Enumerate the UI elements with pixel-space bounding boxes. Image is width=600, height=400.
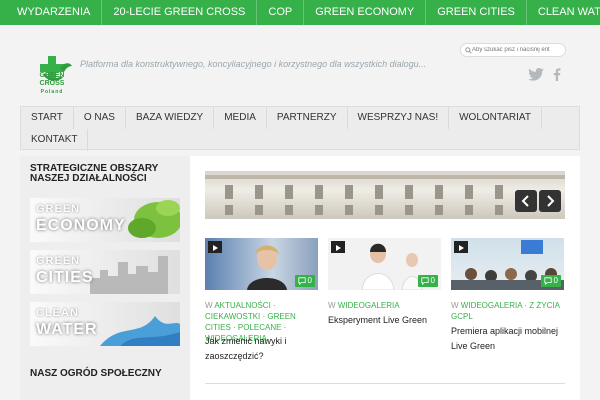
nav-kontakt[interactable]: KONTAKT: [21, 129, 89, 151]
slider-next-button[interactable]: [539, 190, 561, 212]
logo-line-3: Poland: [40, 89, 64, 95]
site-tagline: Platforma dla konstruktywnego, koncyliac…: [80, 59, 427, 69]
post-categories[interactable]: WIDEOGALERIA: [338, 301, 400, 310]
nav-media[interactable]: MEDIA: [214, 107, 267, 129]
banner-word-2: WATER: [36, 321, 98, 338]
facebook-icon: [553, 68, 561, 81]
twitter-icon: [528, 68, 544, 81]
chevron-left-icon: [521, 195, 529, 207]
meta-prefix: W: [205, 301, 213, 310]
main-content: 0 W AKTUALNOŚCI · CIEKAWOSTKI · GREEN CI…: [190, 156, 580, 400]
meta-prefix: W: [328, 301, 336, 310]
logo-line-2: CROSS: [39, 80, 65, 87]
top-nav-wydarzenia[interactable]: WYDARZENIA: [6, 0, 103, 25]
post-title[interactable]: Jak zmienić nawyki i zaoszczędzić?: [205, 334, 318, 364]
comment-count-badge[interactable]: 0: [540, 275, 561, 287]
chevron-right-icon: [547, 195, 555, 207]
post-thumbnail[interactable]: 0: [328, 238, 441, 290]
post-meta: W WIDEOGALERIA: [328, 300, 441, 311]
nav-wesprzyj-nas[interactable]: WESPRZYJ NAS!: [348, 107, 450, 129]
meta-prefix: W: [451, 301, 459, 310]
post-thumbnail[interactable]: 0: [205, 238, 318, 290]
social-facebook[interactable]: [553, 68, 561, 81]
banner-clean-water[interactable]: CLEAN WATER: [30, 302, 180, 346]
sidebar-subtitle: NASZ OGRÓD SPOŁECZNY: [30, 368, 162, 379]
post-title[interactable]: Premiera aplikacji mobilnej Live Green: [451, 324, 564, 354]
post-title[interactable]: Eksperyment Live Green: [328, 313, 441, 328]
top-bar: WYDARZENIA 20-LECIE GREEN CROSS COP GREE…: [0, 0, 600, 25]
site-header: GREEN CROSS Poland Platforma dla konstru…: [0, 25, 600, 105]
banner-word-2: ECONOMY: [36, 217, 126, 234]
nav-o-nas[interactable]: O NAS: [74, 107, 126, 129]
comment-count: 0: [307, 276, 312, 285]
top-nav-clean-water[interactable]: CLEAN WATER: [527, 0, 600, 25]
top-nav-green-economy[interactable]: GREEN ECONOMY: [304, 0, 427, 25]
logo-text: GREEN CROSS Poland: [30, 72, 74, 96]
comment-icon: [543, 277, 552, 285]
sidebar: STRATEGICZNE OBSZARY NASZEJ DZIAŁALNOŚCI…: [20, 156, 190, 400]
post-thumbnail[interactable]: 0: [451, 238, 564, 290]
post-categories[interactable]: WIDEOGALERIA · Z ŻYCIA GCPL: [451, 301, 559, 321]
social-twitter[interactable]: [528, 68, 544, 81]
video-play-icon[interactable]: [331, 241, 345, 253]
logo-line-1: GREEN: [39, 72, 65, 79]
featured-slider[interactable]: [205, 171, 565, 219]
post-meta: W WIDEOGALERIA · Z ŻYCIA GCPL: [451, 300, 564, 322]
main-nav-row-2: KONTAKT: [21, 129, 579, 151]
comment-icon: [420, 277, 429, 285]
banner-word-2: CITIES: [36, 269, 94, 286]
content-divider: [205, 383, 565, 384]
banner-word-1: GREEN: [36, 255, 81, 267]
video-play-icon[interactable]: [454, 241, 468, 253]
top-nav-20-lecie[interactable]: 20-LECIE GREEN CROSS: [102, 0, 258, 25]
comment-icon: [297, 277, 306, 285]
banner-word-1: GREEN: [36, 203, 81, 215]
nav-baza-wiedzy[interactable]: BAZA WIEDZY: [126, 107, 215, 129]
search-box[interactable]: [460, 43, 566, 57]
nav-start[interactable]: START: [21, 107, 74, 129]
main-nav: START O NAS BAZA WIEDZY MEDIA PARTNERZY …: [20, 106, 580, 151]
search-icon: [465, 46, 472, 54]
search-input[interactable]: [472, 47, 564, 53]
nav-partnerzy[interactable]: PARTNERZY: [267, 107, 348, 129]
video-play-icon[interactable]: [208, 241, 222, 253]
top-nav-green-cities[interactable]: GREEN CITIES: [426, 0, 527, 25]
top-nav-cop[interactable]: COP: [257, 0, 305, 25]
slider-prev-button[interactable]: [515, 190, 537, 212]
banner-word-1: CLEAN: [36, 307, 79, 319]
main-nav-row-1: START O NAS BAZA WIEDZY MEDIA PARTNERZY …: [21, 107, 579, 129]
palace-facade-image: [205, 175, 565, 215]
comment-count-badge[interactable]: 0: [294, 275, 315, 287]
comment-count-badge[interactable]: 0: [417, 275, 438, 287]
sidebar-title: STRATEGICZNE OBSZARY NASZEJ DZIAŁALNOŚCI: [30, 163, 159, 184]
banner-green-economy[interactable]: GREEN ECONOMY: [30, 198, 180, 242]
comment-count: 0: [430, 276, 435, 285]
nav-wolontariat[interactable]: WOLONTARIAT: [449, 107, 542, 129]
banner-green-cities[interactable]: GREEN CITIES: [30, 250, 180, 294]
comment-count: 0: [553, 276, 558, 285]
